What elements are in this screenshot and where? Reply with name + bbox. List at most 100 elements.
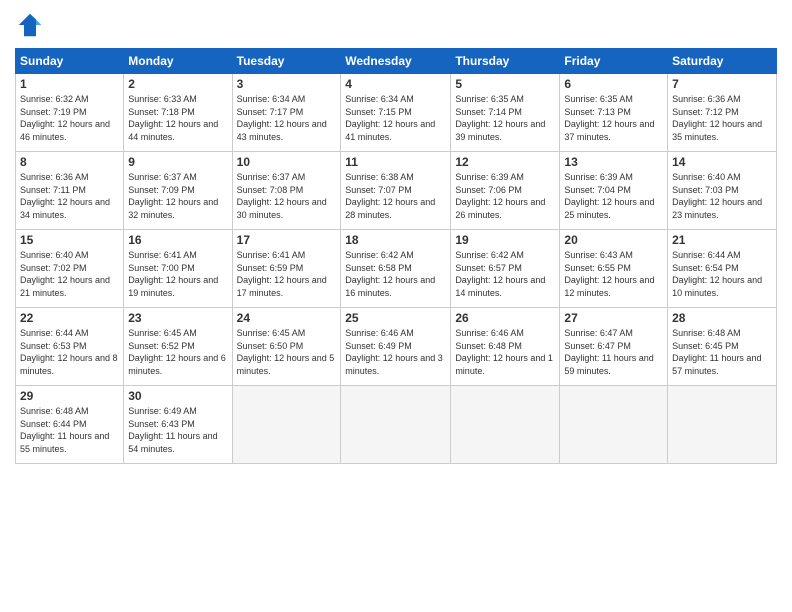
- day-number: 20: [564, 233, 663, 247]
- day-cell: [232, 386, 341, 464]
- day-number: 12: [455, 155, 555, 169]
- day-cell: 18Sunrise: 6:42 AMSunset: 6:58 PMDayligh…: [341, 230, 451, 308]
- day-cell: 14Sunrise: 6:40 AMSunset: 7:03 PMDayligh…: [668, 152, 777, 230]
- calendar-table: Sunday Monday Tuesday Wednesday Thursday…: [15, 48, 777, 464]
- col-wednesday: Wednesday: [341, 49, 451, 74]
- day-info: Sunrise: 6:35 AMSunset: 7:14 PMDaylight:…: [455, 93, 555, 143]
- day-info: Sunrise: 6:33 AMSunset: 7:18 PMDaylight:…: [128, 93, 227, 143]
- day-info: Sunrise: 6:32 AMSunset: 7:19 PMDaylight:…: [20, 93, 119, 143]
- day-number: 23: [128, 311, 227, 325]
- day-number: 5: [455, 77, 555, 91]
- day-cell: 16 Sunrise: 6:41 AMSunset: 7:00 PMDayligh…: [124, 230, 232, 308]
- day-number: 26: [455, 311, 555, 325]
- day-cell: 12 Sunrise: 6:39 AMSunset: 7:06 PMDayligh…: [451, 152, 560, 230]
- day-info: Sunrise: 6:45 AMSunset: 6:50 PMDaylight:…: [237, 327, 337, 377]
- day-cell: 28 Sunrise: 6:48 AMSunset: 6:45 PMDayligh…: [668, 308, 777, 386]
- day-info: Sunrise: 6:34 AMSunset: 7:17 PMDaylight:…: [237, 93, 337, 143]
- day-number: 2: [128, 77, 227, 91]
- day-info: Sunrise: 6:35 AMSunset: 7:13 PMDaylight:…: [564, 93, 663, 143]
- week-row-3: 15 Sunrise: 6:40 AMSunset: 7:02 PMDayligh…: [16, 230, 777, 308]
- day-cell: 21 Sunrise: 6:44 AMSunset: 6:54 PMDayligh…: [668, 230, 777, 308]
- day-cell: 8 Sunrise: 6:36 AMSunset: 7:11 PMDaylight…: [16, 152, 124, 230]
- day-cell: [668, 386, 777, 464]
- logo: [15, 10, 49, 40]
- day-cell: 13 Sunrise: 6:39 AMSunset: 7:04 PMDayligh…: [560, 152, 668, 230]
- day-cell: 29 Sunrise: 6:48 AMSunset: 6:44 PMDayligh…: [16, 386, 124, 464]
- day-number: 19: [455, 233, 555, 247]
- day-info: Sunrise: 6:41 AMSunset: 6:59 PMDaylight:…: [237, 249, 337, 299]
- week-row-2: 8 Sunrise: 6:36 AMSunset: 7:11 PMDaylight…: [16, 152, 777, 230]
- day-number: 15: [20, 233, 119, 247]
- day-info: Sunrise: 6:42 AMSunset: 6:57 PMDaylight:…: [455, 249, 555, 299]
- day-cell: 17Sunrise: 6:41 AMSunset: 6:59 PMDayligh…: [232, 230, 341, 308]
- day-cell: 19 Sunrise: 6:42 AMSunset: 6:57 PMDayligh…: [451, 230, 560, 308]
- day-number: 10: [237, 155, 337, 169]
- day-info: Sunrise: 6:47 AMSunset: 6:47 PMDaylight:…: [564, 327, 663, 377]
- day-cell: 3 Sunrise: 6:34 AMSunset: 7:17 PMDaylight…: [232, 74, 341, 152]
- day-number: 16: [128, 233, 227, 247]
- day-cell: 27 Sunrise: 6:47 AMSunset: 6:47 PMDayligh…: [560, 308, 668, 386]
- day-number: 9: [128, 155, 227, 169]
- day-cell: 10 Sunrise: 6:37 AMSunset: 7:08 PMDayligh…: [232, 152, 341, 230]
- day-number: 13: [564, 155, 663, 169]
- day-info: Sunrise: 6:36 AMSunset: 7:12 PMDaylight:…: [672, 93, 772, 143]
- day-info: Sunrise: 6:34 AMSunset: 7:15 PMDaylight:…: [345, 93, 446, 143]
- day-cell: 25 Sunrise: 6:46 AMSunset: 6:49 PMDayligh…: [341, 308, 451, 386]
- day-info: Sunrise: 6:46 AMSunset: 6:49 PMDaylight:…: [345, 327, 446, 377]
- day-number: 28: [672, 311, 772, 325]
- day-number: 7: [672, 77, 772, 91]
- day-info: Sunrise: 6:49 AMSunset: 6:43 PMDaylight:…: [128, 405, 227, 455]
- header-row: Sunday Monday Tuesday Wednesday Thursday…: [16, 49, 777, 74]
- col-sunday: Sunday: [16, 49, 124, 74]
- col-saturday: Saturday: [668, 49, 777, 74]
- col-thursday: Thursday: [451, 49, 560, 74]
- day-number: 6: [564, 77, 663, 91]
- day-cell: 5 Sunrise: 6:35 AMSunset: 7:14 PMDaylight…: [451, 74, 560, 152]
- week-row-5: 29 Sunrise: 6:48 AMSunset: 6:44 PMDayligh…: [16, 386, 777, 464]
- day-info: Sunrise: 6:38 AMSunset: 7:07 PMDaylight:…: [345, 171, 446, 221]
- day-number: 3: [237, 77, 337, 91]
- day-cell: [451, 386, 560, 464]
- day-cell: 2 Sunrise: 6:33 AMSunset: 7:18 PMDaylight…: [124, 74, 232, 152]
- week-row-1: 1 Sunrise: 6:32 AMSunset: 7:19 PMDaylight…: [16, 74, 777, 152]
- day-number: 21: [672, 233, 772, 247]
- day-info: Sunrise: 6:37 AMSunset: 7:09 PMDaylight:…: [128, 171, 227, 221]
- day-info: Sunrise: 6:41 AMSunset: 7:00 PMDaylight:…: [128, 249, 227, 299]
- day-cell: 7 Sunrise: 6:36 AMSunset: 7:12 PMDaylight…: [668, 74, 777, 152]
- col-friday: Friday: [560, 49, 668, 74]
- day-number: 24: [237, 311, 337, 325]
- week-row-4: 22 Sunrise: 6:44 AMSunset: 6:53 PMDayligh…: [16, 308, 777, 386]
- day-info: Sunrise: 6:44 AMSunset: 6:54 PMDaylight:…: [672, 249, 772, 299]
- day-cell: 22 Sunrise: 6:44 AMSunset: 6:53 PMDayligh…: [16, 308, 124, 386]
- day-info: Sunrise: 6:42 AMSunset: 6:58 PMDaylight:…: [345, 249, 446, 299]
- day-info: Sunrise: 6:40 AMSunset: 7:03 PMDaylight:…: [672, 171, 772, 221]
- day-cell: 26 Sunrise: 6:46 AMSunset: 6:48 PMDayligh…: [451, 308, 560, 386]
- day-info: Sunrise: 6:37 AMSunset: 7:08 PMDaylight:…: [237, 171, 337, 221]
- day-cell: 20 Sunrise: 6:43 AMSunset: 6:55 PMDayligh…: [560, 230, 668, 308]
- day-info: Sunrise: 6:48 AMSunset: 6:45 PMDaylight:…: [672, 327, 772, 377]
- day-number: 22: [20, 311, 119, 325]
- day-info: Sunrise: 6:46 AMSunset: 6:48 PMDaylight:…: [455, 327, 555, 377]
- day-number: 30: [128, 389, 227, 403]
- day-info: Sunrise: 6:44 AMSunset: 6:53 PMDaylight:…: [20, 327, 119, 377]
- day-info: Sunrise: 6:39 AMSunset: 7:04 PMDaylight:…: [564, 171, 663, 221]
- page: Sunday Monday Tuesday Wednesday Thursday…: [0, 0, 792, 612]
- day-cell: 24 Sunrise: 6:45 AMSunset: 6:50 PMDayligh…: [232, 308, 341, 386]
- day-number: 8: [20, 155, 119, 169]
- col-tuesday: Tuesday: [232, 49, 341, 74]
- day-info: Sunrise: 6:43 AMSunset: 6:55 PMDaylight:…: [564, 249, 663, 299]
- day-number: 27: [564, 311, 663, 325]
- day-cell: 11Sunrise: 6:38 AMSunset: 7:07 PMDayligh…: [341, 152, 451, 230]
- day-cell: 6 Sunrise: 6:35 AMSunset: 7:13 PMDaylight…: [560, 74, 668, 152]
- day-cell: [341, 386, 451, 464]
- day-number: 29: [20, 389, 119, 403]
- day-info: Sunrise: 6:48 AMSunset: 6:44 PMDaylight:…: [20, 405, 119, 455]
- day-cell: 15 Sunrise: 6:40 AMSunset: 7:02 PMDayligh…: [16, 230, 124, 308]
- day-cell: 1 Sunrise: 6:32 AMSunset: 7:19 PMDaylight…: [16, 74, 124, 152]
- day-info: Sunrise: 6:40 AMSunset: 7:02 PMDaylight:…: [20, 249, 119, 299]
- day-number: 1: [20, 77, 119, 91]
- day-number: 25: [345, 311, 446, 325]
- col-monday: Monday: [124, 49, 232, 74]
- day-info: Sunrise: 6:39 AMSunset: 7:06 PMDaylight:…: [455, 171, 555, 221]
- day-info: Sunrise: 6:36 AMSunset: 7:11 PMDaylight:…: [20, 171, 119, 221]
